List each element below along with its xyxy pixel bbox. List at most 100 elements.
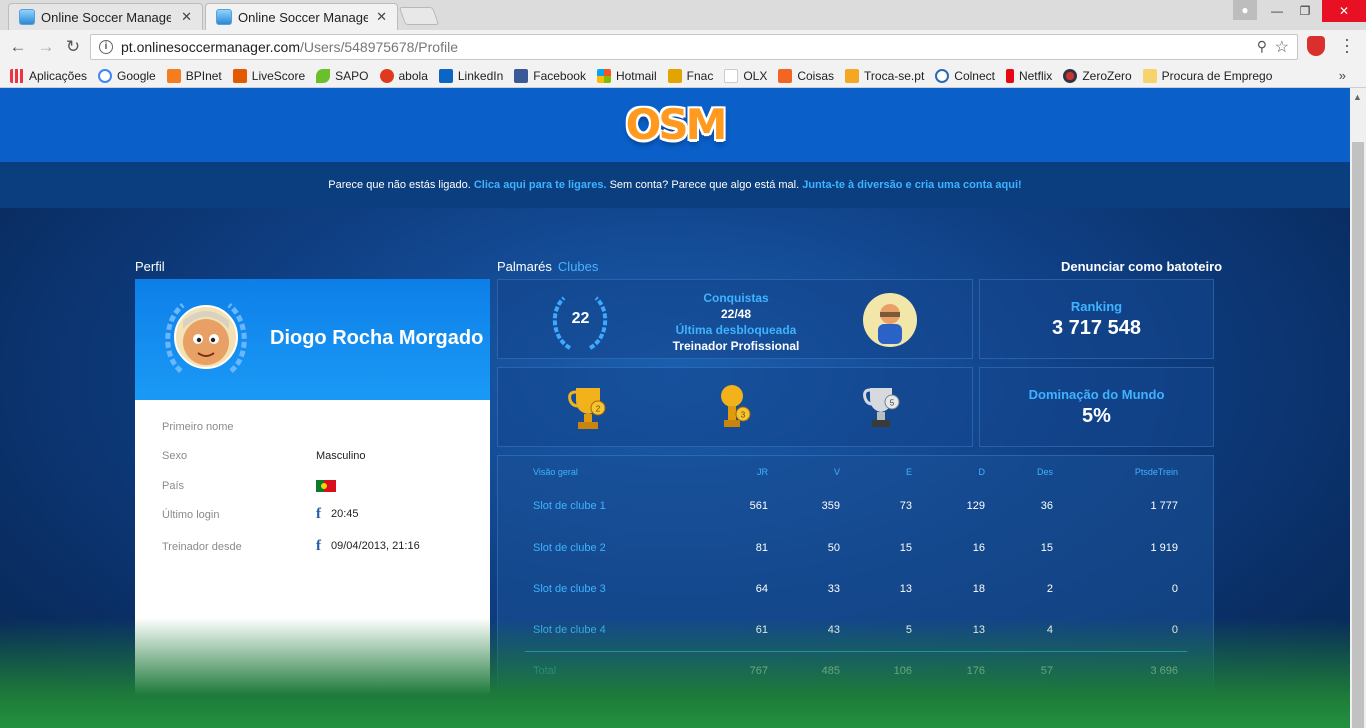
bookmark-linkedin[interactable]: LinkedIn xyxy=(438,68,503,83)
table-cell: 43 xyxy=(827,624,840,636)
url-text: pt.onlinesoccermanager.com/Users/5489756… xyxy=(121,39,458,55)
bookmark-procura-emprego[interactable]: Procura de Emprego xyxy=(1142,68,1272,83)
tab-strip: Online Soccer Manager ( ✕ Online Soccer … xyxy=(0,0,1366,30)
bookmark-colnect[interactable]: Colnect xyxy=(935,68,995,83)
bookmark-google[interactable]: Google xyxy=(98,68,156,83)
site-info-icon[interactable]: i xyxy=(99,40,113,54)
bookmark-coisas[interactable]: Coisas xyxy=(778,68,834,83)
table-cell: 561 xyxy=(749,500,768,512)
colnect-icon xyxy=(935,68,950,83)
osm-logo[interactable]: OSM xyxy=(625,98,728,150)
address-bar[interactable]: i pt.onlinesoccermanager.com/Users/54897… xyxy=(90,34,1298,60)
zerozero-icon xyxy=(1063,68,1078,83)
club-slot-1-link[interactable]: Slot de clube 1 xyxy=(533,500,606,512)
bookmark-apps[interactable]: Aplicações xyxy=(10,68,87,83)
table-cell: 106 xyxy=(893,665,912,677)
club-stats-table: Visão geral JR V E D Des PtsdeTrein Slot… xyxy=(497,455,1214,695)
header-ptsdetrein: PtsdeTrein xyxy=(1134,467,1178,477)
close-tab-icon[interactable]: ✕ xyxy=(376,9,387,25)
scroll-up-icon[interactable]: ▲ xyxy=(1353,92,1362,102)
sex-value: Masculino xyxy=(316,450,366,462)
bookmark-zerozero[interactable]: ZeroZero xyxy=(1063,68,1132,83)
sex-label: Sexo xyxy=(162,450,188,462)
troca-se-icon xyxy=(845,68,860,83)
table-cell: 64 xyxy=(755,583,768,595)
table-cell: 13 xyxy=(972,624,985,636)
osm-favicon-icon xyxy=(19,9,35,25)
forward-icon[interactable]: → xyxy=(35,36,57,58)
new-tab-button[interactable] xyxy=(398,7,440,25)
table-cell: 57 xyxy=(1040,665,1053,677)
table-cell: 2 xyxy=(1046,583,1053,595)
bookmark-netflix[interactable]: Netflix xyxy=(1005,68,1052,83)
page-viewport: OSM Parece que não estás ligado. Clica a… xyxy=(0,88,1350,728)
ranking-label: Ranking xyxy=(1070,299,1123,314)
bpinet-icon xyxy=(166,68,181,83)
achievements-count: 22 xyxy=(571,310,590,327)
table-cell: 359 xyxy=(821,500,840,512)
last-login-value: f 20:45 xyxy=(316,506,359,522)
zoom-icon[interactable]: ⚲ xyxy=(1257,38,1267,55)
bookmark-abola[interactable]: abola xyxy=(379,68,428,83)
bookmark-olx[interactable]: OLX xyxy=(724,68,767,83)
trainer-since-value: f 09/04/2013, 21:16 xyxy=(316,538,420,554)
trainer-since-label: Treinador desde xyxy=(162,541,242,553)
facebook-icon[interactable] xyxy=(1062,720,1088,728)
reload-icon[interactable]: ↻ xyxy=(62,36,84,58)
restore-icon[interactable]: ❐ xyxy=(1290,0,1320,22)
profile-section-title: Perfil xyxy=(135,259,165,274)
world-domination-value: 5% xyxy=(1082,405,1111,427)
bookmark-livescore[interactable]: LiveScore xyxy=(232,68,305,83)
bookmark-bpinet[interactable]: BPInet xyxy=(166,68,222,83)
coisas-icon xyxy=(778,68,793,83)
header-v: V xyxy=(833,467,840,477)
svg-text:5: 5 xyxy=(890,399,895,408)
tab-clubes[interactable]: Clubes xyxy=(558,259,598,274)
achievements-panel[interactable]: 22 Conquistas 22/48 Última desbloqueada … xyxy=(497,279,973,359)
instagram-icon[interactable] xyxy=(998,720,1024,728)
bookmark-sapo[interactable]: SAPO xyxy=(316,68,369,83)
table-cell: 15 xyxy=(1040,542,1053,554)
hotmail-icon xyxy=(596,68,611,83)
country-label: País xyxy=(162,480,185,492)
twitter-icon[interactable] xyxy=(1030,720,1056,728)
browser-tab-2[interactable]: Online Soccer Manager ( ✕ xyxy=(205,3,398,30)
browser-tab-1[interactable]: Online Soccer Manager ( ✕ xyxy=(8,3,203,30)
minimize-icon[interactable]: — xyxy=(1262,0,1292,22)
extension-shield-icon[interactable] xyxy=(1307,36,1325,56)
report-cheater-link[interactable]: Denunciar como batoteiro xyxy=(1061,259,1222,274)
close-tab-icon[interactable]: ✕ xyxy=(181,9,192,25)
table-cell: 61 xyxy=(755,624,768,636)
scrollbar-thumb[interactable] xyxy=(1352,142,1364,728)
user-profile-icon[interactable]: ● xyxy=(1233,0,1257,20)
signup-link[interactable]: Junta-te à diversão e cria uma conta aqu… xyxy=(802,179,1021,191)
login-link[interactable]: Clica aqui para te ligares. xyxy=(474,179,607,191)
browser-menu-icon[interactable]: · · · xyxy=(1342,30,1352,60)
table-cell: 485 xyxy=(821,665,840,677)
bookmark-star-icon[interactable]: ☆ xyxy=(1275,37,1289,57)
more-bookmarks-icon[interactable]: » xyxy=(1339,68,1346,83)
table-cell: 5 xyxy=(905,624,912,636)
club-slot-2-link[interactable]: Slot de clube 2 xyxy=(533,542,606,554)
club-slot-3-link[interactable]: Slot de clube 3 xyxy=(533,583,606,595)
club-slot-4-link[interactable]: Slot de clube 4 xyxy=(533,624,606,636)
apps-grid-icon xyxy=(10,68,24,83)
login-notice: Parece que não estás ligado. Clica aqui … xyxy=(0,162,1350,208)
bookmark-hotmail[interactable]: Hotmail xyxy=(596,68,657,83)
linkedin-icon xyxy=(438,68,453,83)
app-store-badge[interactable] xyxy=(1120,720,1214,728)
bookmark-facebook[interactable]: Facebook xyxy=(514,68,586,83)
back-icon[interactable]: ← xyxy=(7,36,29,58)
svg-text:2: 2 xyxy=(596,405,601,414)
close-window-icon[interactable]: ✕ xyxy=(1322,0,1366,22)
total-divider xyxy=(525,651,1187,652)
tab-palmares[interactable]: Palmarés xyxy=(497,259,552,274)
bookmark-troca-se[interactable]: Troca-se.pt xyxy=(845,68,924,83)
table-cell: 767 xyxy=(749,665,768,677)
app-icon[interactable] xyxy=(1096,720,1114,728)
ranking-panel: Ranking 3 717 548 xyxy=(979,279,1214,359)
page-scrollbar[interactable]: ▲ xyxy=(1350,88,1366,728)
bookmark-fnac[interactable]: Fnac xyxy=(667,68,713,83)
abola-icon xyxy=(379,68,394,83)
olx-icon xyxy=(724,68,739,83)
